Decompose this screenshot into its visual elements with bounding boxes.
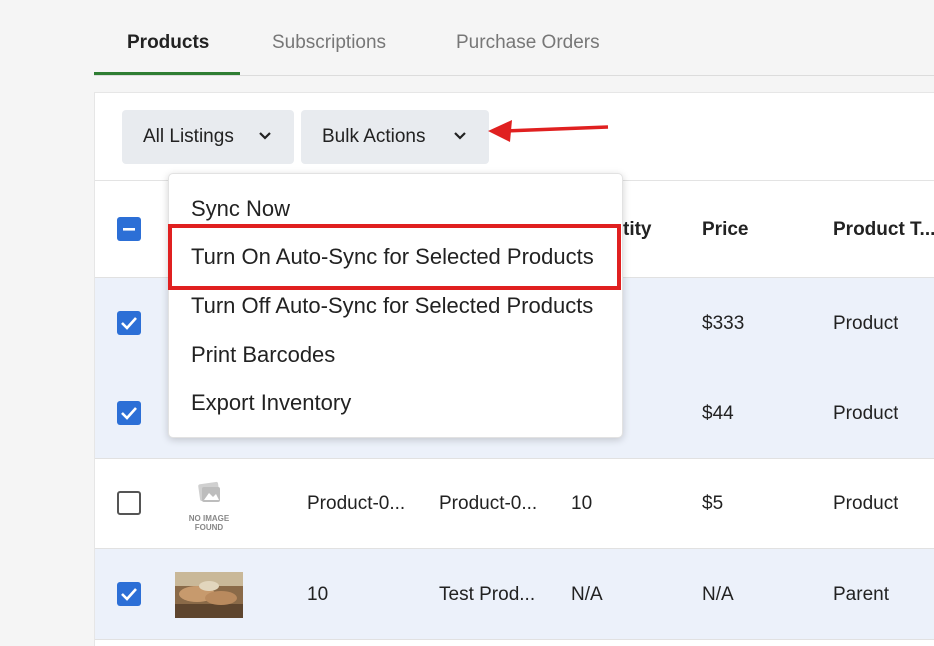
quantity-cell: 10 [571,493,593,514]
chevron-down-icon [454,132,466,140]
row-checkbox[interactable] [117,491,141,515]
quantity-cell: N/A [571,584,603,605]
annotation-arrow-icon [488,120,609,142]
product-type-cell: Product [833,313,899,334]
row-checkbox[interactable] [117,582,141,606]
row-checkbox[interactable] [117,311,141,335]
price-cell: $44 [702,403,734,424]
price-header[interactable]: Price [702,219,748,241]
all-listings-dropdown[interactable]: All Listings [122,110,294,164]
price-cell: $5 [702,493,724,514]
active-tab-indicator [94,72,240,75]
tab-bar: Products Subscriptions Purchase Orders [94,0,934,76]
chevron-down-icon [259,132,271,140]
name-cell: Product-0... [439,493,538,514]
menu-item-turn-off-auto-sync[interactable]: Turn Off Auto-Sync for Selected Products [191,293,593,319]
menu-item-turn-on-auto-sync[interactable]: Turn On Auto-Sync for Selected Products [191,244,594,270]
image-placeholder-icon [198,481,220,502]
row-checkbox[interactable] [117,401,141,425]
all-listings-label: All Listings [143,126,234,147]
no-image-text: NO IMAGE FOUND [188,514,230,532]
name-cell: Test Prod... [439,584,536,605]
tab-subscriptions[interactable]: Subscriptions [272,32,386,54]
table-row[interactable]: NO IMAGE FOUND Product-0... Product-0...… [95,458,934,549]
tab-products[interactable]: Products [127,32,209,54]
product-type-cell: Parent [833,584,889,605]
bulk-actions-menu: Sync Now Turn On Auto-Sync for Selected … [168,173,623,438]
bulk-actions-label: Bulk Actions [322,126,426,147]
bulk-actions-dropdown[interactable]: Bulk Actions [301,110,489,164]
tab-purchase-orders[interactable]: Purchase Orders [456,32,600,54]
product-type-header[interactable]: Product T... [833,219,934,241]
product-thumbnail [175,572,243,618]
menu-item-export-inventory[interactable]: Export Inventory [191,390,351,416]
no-image-placeholder: NO IMAGE FOUND [175,479,243,532]
menu-item-print-barcodes[interactable]: Print Barcodes [191,342,335,368]
product-type-cell: Product [833,403,899,424]
check-icon [121,317,137,330]
table-row[interactable]: 10 Test Prod... N/A N/A Parent [95,549,934,640]
sku-cell: Product-0... [307,493,406,514]
check-icon [121,407,137,420]
price-cell: $333 [702,313,745,334]
minus-icon [123,228,135,231]
select-all-checkbox[interactable] [117,217,141,241]
check-icon [121,588,137,601]
quantity-header[interactable]: tity [623,219,652,241]
menu-item-sync-now[interactable]: Sync Now [191,196,290,222]
price-cell: N/A [702,584,734,605]
sku-cell: 10 [307,584,329,605]
product-type-cell: Product [833,493,899,514]
